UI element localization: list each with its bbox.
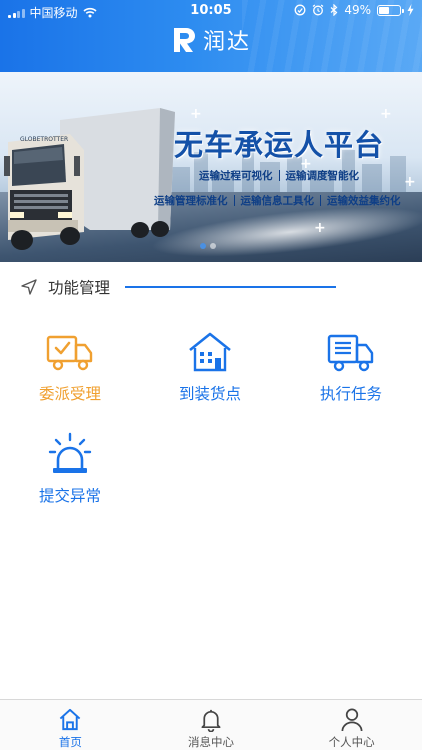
- function-label: 执行任务: [319, 385, 382, 403]
- tab-bar: 首页 消息中心 个人中心: [0, 699, 422, 750]
- function-label: 委派受理: [38, 385, 101, 403]
- section-title: 功能管理: [48, 279, 111, 297]
- home-icon: [60, 708, 81, 731]
- sparkle-icon: +: [314, 220, 326, 236]
- banner-tag: 运输管理标准化: [154, 195, 228, 207]
- function-delegate-accept[interactable]: 委派受理: [15, 328, 125, 404]
- sparkle-icon: +: [380, 106, 392, 122]
- delivery-truck-icon: [327, 334, 374, 372]
- banner-tag: 运输过程可视化: [199, 170, 273, 182]
- svg-text:GLOBETROTTER: GLOBETROTTER: [20, 136, 68, 143]
- tab-label: 消息中心: [188, 735, 234, 749]
- function-report-exception[interactable]: 提交异常: [15, 430, 125, 506]
- banner-tags-row1: 运输过程可视化 运输调度智能化: [199, 168, 359, 183]
- banner-tag: 运输效益集约化: [327, 195, 401, 207]
- function-label: 提交异常: [38, 487, 101, 505]
- brand-name: 润达: [202, 30, 251, 55]
- carousel-dot[interactable]: [210, 243, 216, 249]
- navigation-arrow-icon: [21, 279, 37, 295]
- alarm-light-icon: [48, 432, 92, 473]
- tab-label: 首页: [58, 735, 82, 749]
- function-execute-task[interactable]: 执行任务: [296, 328, 406, 404]
- user-icon: [341, 708, 363, 732]
- carousel-indicator[interactable]: [200, 243, 216, 249]
- brand-logo-icon: [173, 28, 195, 52]
- brand: 润达: [0, 24, 422, 56]
- charging-bolt-icon: [407, 4, 414, 16]
- promo-banner[interactable]: GLOBETROTTER + + + + + 无车承运人平台 运输过程可视化 运…: [0, 72, 422, 262]
- truck-check-icon: [46, 335, 93, 371]
- banner-tag: 运输调度智能化: [285, 170, 360, 182]
- function-label: 到装货点: [178, 385, 241, 403]
- battery-icon: [377, 4, 404, 16]
- app-header: 中国移动 10:05 49% 润达: [0, 0, 422, 72]
- sparkle-icon: +: [404, 174, 416, 190]
- banner-tag: 运输信息工具化: [240, 195, 315, 207]
- sparkle-icon: +: [190, 106, 202, 122]
- section-header: 功能管理: [20, 276, 110, 298]
- function-arrive-loading[interactable]: 到装货点: [155, 328, 265, 404]
- section-divider: [125, 286, 336, 288]
- tab-messages[interactable]: 消息中心: [141, 700, 282, 750]
- tab-profile[interactable]: 个人中心: [281, 700, 422, 750]
- location-lock-icon: [294, 4, 306, 16]
- battery-percent: 49%: [344, 3, 371, 17]
- alarm-clock-icon: [312, 4, 324, 16]
- bluetooth-icon: [330, 4, 338, 16]
- bell-icon: [201, 709, 221, 732]
- tab-label: 个人中心: [328, 735, 375, 749]
- banner-title: 无车承运人平台: [174, 128, 385, 162]
- carousel-dot[interactable]: [200, 243, 206, 249]
- tab-home[interactable]: 首页: [0, 700, 141, 750]
- banner-tags-row2: 运输管理标准化 运输信息工具化 运输效益集约化: [154, 193, 401, 208]
- truck-image: GLOBETROTTER: [4, 108, 175, 250]
- building-icon: [189, 332, 231, 372]
- status-bar: 中国移动 10:05 49%: [0, 0, 422, 22]
